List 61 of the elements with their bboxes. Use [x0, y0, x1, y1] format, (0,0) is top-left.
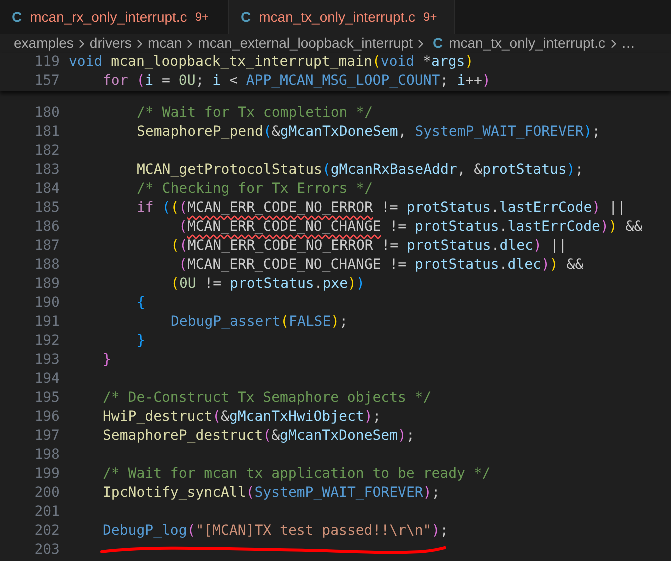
- line-number: 193: [34, 351, 60, 370]
- code-line: HwiP_destruct(&gMcanTxHwiObject);: [103, 408, 382, 427]
- line-number: 194: [34, 370, 60, 389]
- code-line: /* Checking for Tx Errors */: [137, 180, 374, 199]
- line-number: 186: [34, 218, 60, 237]
- code-line: DebugP_assert(FALSE);: [171, 313, 348, 332]
- code-line: (0U != protStatus.pxe)): [171, 275, 365, 294]
- editor-tab[interactable]: C mcan_tx_only_interrupt.c 9+: [229, 0, 455, 34]
- line-number: 157: [34, 72, 60, 91]
- line-number: 191: [34, 313, 60, 332]
- code-line: DebugP_log("[MCAN]TX test passed!!\r\n");: [103, 522, 449, 541]
- c-file-icon: C: [241, 6, 252, 28]
- line-number: 201: [34, 503, 60, 522]
- problem-count: 9+: [195, 9, 209, 26]
- line-number: 181: [34, 123, 60, 142]
- line-number: 184: [34, 180, 60, 199]
- problem-count: 9+: [424, 9, 438, 26]
- line-number: 192: [34, 332, 60, 351]
- code-line: IpcNotify_syncAll(SystemP_WAIT_FOREVER);: [103, 484, 440, 503]
- c-file-icon: C: [432, 33, 444, 54]
- code-line: /* Wait for Tx completion */: [137, 104, 374, 123]
- code-line: /* Wait for mcan tx application to be ready */: [103, 465, 491, 484]
- code-line: for (i = 0U; i < APP_MCAN_MSG_LOOP_COUNT; i++): [103, 72, 491, 91]
- line-number: 180: [34, 104, 60, 123]
- code-line: SemaphoreP_destruct(&gMcanTxDoneSem);: [103, 427, 415, 446]
- line-number: 198: [34, 446, 60, 465]
- breadcrumb-item[interactable]: mcan_external_loopback_interrupt: [198, 33, 413, 54]
- breadcrumb-item[interactable]: examples: [14, 33, 74, 54]
- code-line: }: [103, 351, 112, 370]
- breadcrumb-item[interactable]: …: [622, 33, 636, 54]
- line-number: 190: [34, 294, 60, 313]
- breadcrumb-item[interactable]: mcan_tx_only_interrupt.c: [449, 33, 606, 54]
- breadcrumb-item[interactable]: mcan: [148, 33, 182, 54]
- c-file-icon: C: [12, 6, 22, 28]
- line-number: 196: [34, 408, 60, 427]
- line-number: 199: [34, 465, 60, 484]
- line-number: 197: [34, 427, 60, 446]
- line-number: 189: [34, 275, 60, 294]
- line-number: 188: [34, 256, 60, 275]
- line-number: 185: [34, 199, 60, 218]
- line-number: 195: [34, 389, 60, 408]
- code-line: (MCAN_ERR_CODE_NO_CHANGE != protStatus.dlec)) &&: [179, 256, 584, 275]
- line-number: 203: [34, 541, 60, 560]
- breadcrumb-item[interactable]: drivers: [90, 33, 132, 54]
- line-number: 187: [34, 237, 60, 256]
- line-number: 119: [34, 53, 60, 72]
- code-line: }: [137, 332, 146, 351]
- code-line: void mcan_loopback_tx_interrupt_main(void *args): [69, 53, 474, 72]
- code-line: SemaphoreP_pend(&gMcanTxDoneSem, SystemP_WAIT_FOREVER);: [137, 123, 601, 142]
- line-number: 182: [34, 142, 60, 161]
- code-line: ((MCAN_ERR_CODE_NO_ERROR != protStatus.dlec) ||: [171, 237, 568, 256]
- code-line: if (((MCAN_ERR_CODE_NO_ERROR != protStatus.lastErrCode) ||: [137, 199, 626, 218]
- line-number: 183: [34, 161, 60, 180]
- line-number: 202: [34, 522, 60, 541]
- tab-label: mcan_rx_only_interrupt.c: [30, 8, 188, 27]
- line-number: 200: [34, 484, 60, 503]
- code-line: {: [137, 294, 146, 313]
- code-line: /* De-Construct Tx Semaphore objects */: [103, 389, 432, 408]
- code-line: MCAN_getProtocolStatus(gMcanRxBaseAddr, &protStatus);: [137, 161, 584, 180]
- code-line: (MCAN_ERR_CODE_NO_CHANGE != protStatus.lastErrCode)) &&: [179, 218, 643, 237]
- tab-label: mcan_tx_only_interrupt.c: [259, 8, 416, 27]
